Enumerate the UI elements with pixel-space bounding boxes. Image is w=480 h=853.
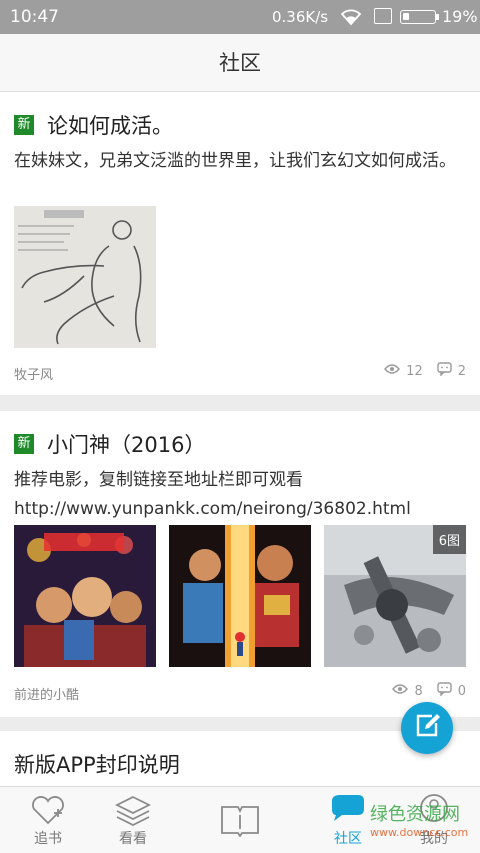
eye-icon: [392, 683, 409, 699]
chat-bubble-icon: [328, 793, 368, 827]
post-image[interactable]: [14, 206, 156, 348]
new-badge: 新: [14, 115, 34, 135]
sim-icon: [374, 8, 392, 24]
post-card[interactable]: 新 论如何成活。 在妹妹文，兄弟文泛滥的世界里，让我们玄幻文如何成活。 牧子风 …: [0, 92, 480, 395]
post-title[interactable]: 论如何成活。: [47, 110, 173, 140]
post-image[interactable]: [14, 525, 156, 667]
tab-label: 追书: [34, 831, 62, 847]
post-author[interactable]: 牧子风: [14, 364, 53, 383]
battery-icon: [400, 10, 436, 24]
battery-percent: 19%: [442, 7, 478, 26]
comment-count: 0: [457, 683, 466, 699]
edit-icon: [414, 713, 440, 743]
post-author[interactable]: 前进的小酷: [14, 684, 79, 703]
new-badge: 新: [14, 434, 34, 454]
heart-plus-icon: [28, 793, 68, 827]
image-count-badge: 6图: [432, 525, 466, 554]
status-bar: 10:47 0.36K/s 19%: [0, 0, 480, 34]
watermark-url: www.downcc.com: [370, 826, 469, 839]
post-image[interactable]: [169, 525, 311, 667]
post-image[interactable]: 6图: [324, 525, 466, 667]
watermark-text: 绿色资源网: [370, 804, 460, 825]
post-title[interactable]: 小门神（2016）: [47, 429, 205, 459]
view-count: 12: [406, 363, 423, 379]
post-card[interactable]: 新 小门神（2016） 推荐电影，复制链接至地址栏即可观看 http://www…: [0, 411, 480, 717]
post-body: 在妹妹文，兄弟文泛滥的世界里，让我们玄幻文如何成活。: [14, 151, 456, 171]
tab-bookshelf[interactable]: [192, 787, 288, 853]
post-title[interactable]: 新版APP封印说明: [14, 749, 180, 779]
wifi-icon: [340, 8, 362, 31]
comment-icon: [437, 682, 452, 700]
watermark: 绿色资源网 www.downcc.com: [370, 800, 480, 839]
tab-label: 看看: [119, 831, 147, 847]
comment-icon: [437, 362, 452, 380]
comment-count: 2: [457, 363, 466, 379]
network-speed: 0.36K/s: [272, 8, 329, 26]
eye-icon: [384, 363, 401, 379]
book-icon: [220, 793, 260, 838]
compose-button[interactable]: [401, 702, 453, 754]
post-feed[interactable]: 新 论如何成活。 在妹妹文，兄弟文泛滥的世界里，让我们玄幻文如何成活。 牧子风 …: [0, 92, 480, 786]
post-body: 推荐电影，复制链接至地址栏即可观看: [14, 470, 303, 490]
tab-zhuishu[interactable]: 追书: [0, 787, 96, 853]
view-count: 8: [414, 683, 423, 699]
layers-icon: [113, 793, 153, 827]
post-link[interactable]: http://www.yunpankk.com/neirong/36802.ht…: [14, 495, 470, 524]
page-title: 社区: [0, 34, 480, 92]
tab-kankan[interactable]: 看看: [85, 787, 181, 853]
status-time: 10:47: [10, 7, 59, 27]
